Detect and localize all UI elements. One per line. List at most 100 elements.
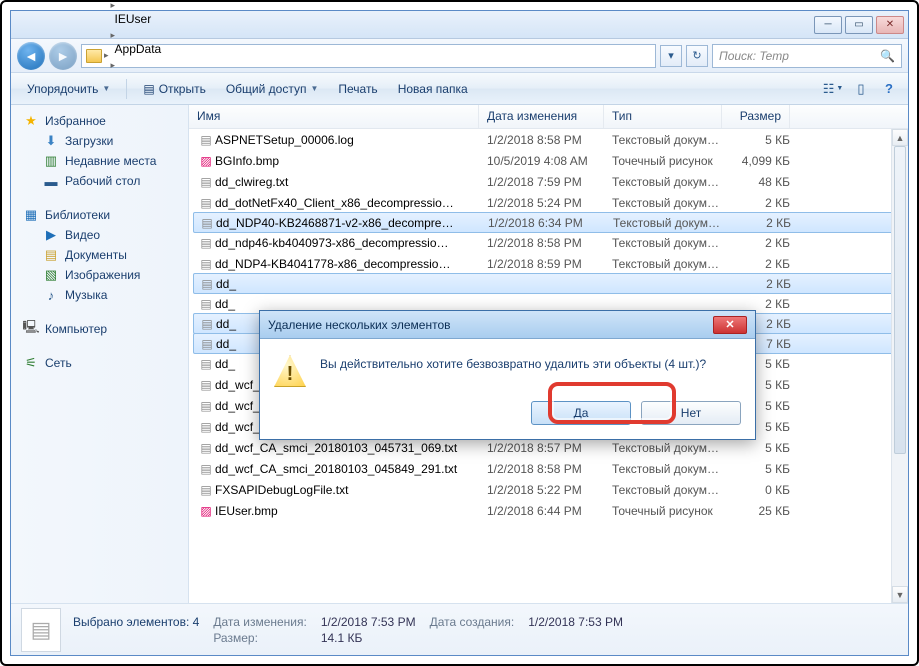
- sidebar-network[interactable]: ⚟Сеть: [21, 353, 188, 373]
- file-name: BGInfo.bmp: [215, 154, 487, 168]
- yes-button[interactable]: Да: [531, 401, 631, 425]
- file-date: 1/2/2018 6:34 PM: [488, 216, 613, 230]
- file-size: 5 КБ: [730, 441, 790, 455]
- text-file-icon: ▤: [197, 257, 215, 271]
- music-icon: ♪: [43, 287, 59, 303]
- text-file-icon: ▤: [197, 196, 215, 210]
- back-button[interactable]: ◄: [17, 42, 45, 70]
- text-file-icon: ▤: [198, 277, 216, 291]
- dialog-titlebar[interactable]: Удаление нескольких элементов ✕: [260, 311, 755, 339]
- help-button[interactable]: ?: [878, 78, 900, 100]
- file-name: dd_wcf_CA_smci_20180103_045849_291.txt: [215, 462, 487, 476]
- table-row[interactable]: ▨IEUser.bmp1/2/2018 6:44 PMТочечный рису…: [189, 500, 908, 521]
- open-button[interactable]: ▤Открыть: [135, 79, 213, 99]
- table-row[interactable]: ▤ASPNETSetup_00006.log1/2/2018 8:58 PMТе…: [189, 129, 908, 150]
- chevron-icon[interactable]: ▸: [111, 30, 116, 40]
- share-menu[interactable]: Общий доступ▼: [218, 79, 327, 99]
- file-size: 25 КБ: [730, 504, 790, 518]
- search-placeholder: Поиск: Temp: [719, 49, 789, 63]
- chevron-icon[interactable]: ▸: [111, 60, 116, 70]
- file-type: Текстовый докум…: [612, 236, 730, 250]
- col-name[interactable]: Имя: [189, 105, 479, 128]
- preview-pane-button[interactable]: ▯: [850, 78, 872, 100]
- maximize-button[interactable]: ▭: [845, 16, 873, 34]
- breadcrumb-seg[interactable]: IEUser: [111, 11, 197, 27]
- text-file-icon: ▤: [197, 357, 215, 371]
- file-date: 1/2/2018 8:58 PM: [487, 133, 612, 147]
- status-bar: ▤ Выбрано элементов: 4 Дата изменения: 1…: [11, 603, 908, 655]
- scroll-down[interactable]: ▼: [892, 586, 908, 603]
- table-row[interactable]: ▤dd_ndp46-kb4040973-x86_decompressio…1/2…: [189, 232, 908, 253]
- sidebar-video[interactable]: ▶Видео: [21, 225, 188, 245]
- organize-menu[interactable]: Упорядочить▼: [19, 79, 118, 99]
- table-row[interactable]: ▤dd_clwireg.txt1/2/2018 7:59 PMТекстовый…: [189, 171, 908, 192]
- scroll-thumb[interactable]: [894, 146, 906, 454]
- file-date: 1/2/2018 8:58 PM: [487, 462, 612, 476]
- status-selected: Выбрано элементов: 4: [73, 615, 199, 629]
- sidebar-recent[interactable]: ▥Недавние места: [21, 151, 188, 171]
- file-type: Точечный рисунок: [612, 154, 730, 168]
- text-file-icon: ▤: [197, 175, 215, 189]
- star-icon: ★: [23, 113, 39, 129]
- chevron-icon[interactable]: ▸: [111, 0, 116, 10]
- table-row[interactable]: ▤dd_dotNetFx40_Client_x86_decompressio…1…: [189, 192, 908, 213]
- col-size[interactable]: Размер: [722, 105, 790, 128]
- file-type: Текстовый докум…: [613, 216, 731, 230]
- file-date: 1/2/2018 8:58 PM: [487, 236, 612, 250]
- video-icon: ▶: [43, 227, 59, 243]
- table-row[interactable]: ▤dd_NDP4-KB4041778-x86_decompressio…1/2/…: [189, 253, 908, 274]
- file-size: 2 КБ: [731, 216, 791, 230]
- file-name: dd_ndp46-kb4040973-x86_decompressio…: [215, 236, 487, 250]
- refresh-button[interactable]: ↻: [686, 45, 708, 67]
- sidebar-images[interactable]: ▧Изображения: [21, 265, 188, 285]
- table-row[interactable]: ▤dd_wcf_CA_smci_20180103_045849_291.txt1…: [189, 458, 908, 479]
- search-icon: 🔍: [880, 49, 895, 63]
- table-row[interactable]: ▤dd_2 КБ: [193, 273, 906, 294]
- sidebar-downloads[interactable]: ⬇Загрузки: [21, 131, 188, 151]
- col-type[interactable]: Тип: [604, 105, 722, 128]
- vertical-scrollbar[interactable]: ▲ ▼: [891, 129, 908, 603]
- table-row[interactable]: ▨BGInfo.bmp10/5/2019 4:08 AMТочечный рис…: [189, 150, 908, 171]
- sidebar-music[interactable]: ♪Музыка: [21, 285, 188, 305]
- file-type: Точечный рисунок: [612, 504, 730, 518]
- file-date: 1/2/2018 6:44 PM: [487, 504, 612, 518]
- sidebar-desktop[interactable]: ▬Рабочий стол: [21, 171, 188, 191]
- text-file-icon: ▤: [197, 133, 215, 147]
- file-name: dd_: [215, 297, 487, 311]
- file-type: Текстовый докум…: [612, 441, 730, 455]
- col-date[interactable]: Дата изменения: [479, 105, 604, 128]
- file-size: 4,099 КБ: [730, 154, 790, 168]
- address-bar[interactable]: ▸ Пользователи▸IEUser▸AppData▸Local▸Temp…: [81, 44, 656, 68]
- text-file-icon: ▤: [197, 236, 215, 250]
- text-file-icon: ▤: [197, 399, 215, 413]
- library-icon: ▦: [23, 207, 39, 223]
- sidebar-computer[interactable]: 🖳Компьютер: [21, 319, 188, 339]
- history-dropdown[interactable]: ▾: [660, 45, 682, 67]
- print-button[interactable]: Печать: [330, 79, 385, 99]
- sidebar-favorites[interactable]: ★Избранное: [21, 111, 188, 131]
- file-size: 48 КБ: [730, 175, 790, 189]
- close-button[interactable]: ✕: [876, 16, 904, 34]
- table-row[interactable]: ▤dd_wcf_CA_smci_20180103_045731_069.txt1…: [189, 437, 908, 458]
- sidebar-libraries[interactable]: ▦Библиотеки: [21, 205, 188, 225]
- minimize-button[interactable]: ─: [814, 16, 842, 34]
- text-file-icon: ▤: [197, 378, 215, 392]
- text-file-icon: ▤: [198, 317, 216, 331]
- file-date: 1/2/2018 5:24 PM: [487, 196, 612, 210]
- view-menu[interactable]: ☷▼: [822, 78, 844, 100]
- forward-button[interactable]: ►: [49, 42, 77, 70]
- dialog-close-button[interactable]: ✕: [713, 316, 747, 334]
- no-button[interactable]: Нет: [641, 401, 741, 425]
- breadcrumb-seg[interactable]: AppData: [111, 41, 197, 57]
- table-row[interactable]: ▤FXSAPIDebugLogFile.txt1/2/2018 5:22 PMТ…: [189, 479, 908, 500]
- chevron-icon[interactable]: ▸: [104, 50, 109, 61]
- scroll-up[interactable]: ▲: [892, 129, 908, 146]
- download-icon: ⬇: [43, 133, 59, 149]
- new-folder-button[interactable]: Новая папка: [390, 79, 476, 99]
- file-type-icon: ▤: [21, 608, 61, 652]
- file-type: Текстовый докум…: [612, 196, 730, 210]
- table-row[interactable]: ▤dd_NDP40-KB2468871-v2-x86_decompre…1/2/…: [193, 212, 906, 233]
- search-input[interactable]: Поиск: Temp 🔍: [712, 44, 902, 68]
- file-size: 0 КБ: [730, 483, 790, 497]
- sidebar-documents[interactable]: ▤Документы: [21, 245, 188, 265]
